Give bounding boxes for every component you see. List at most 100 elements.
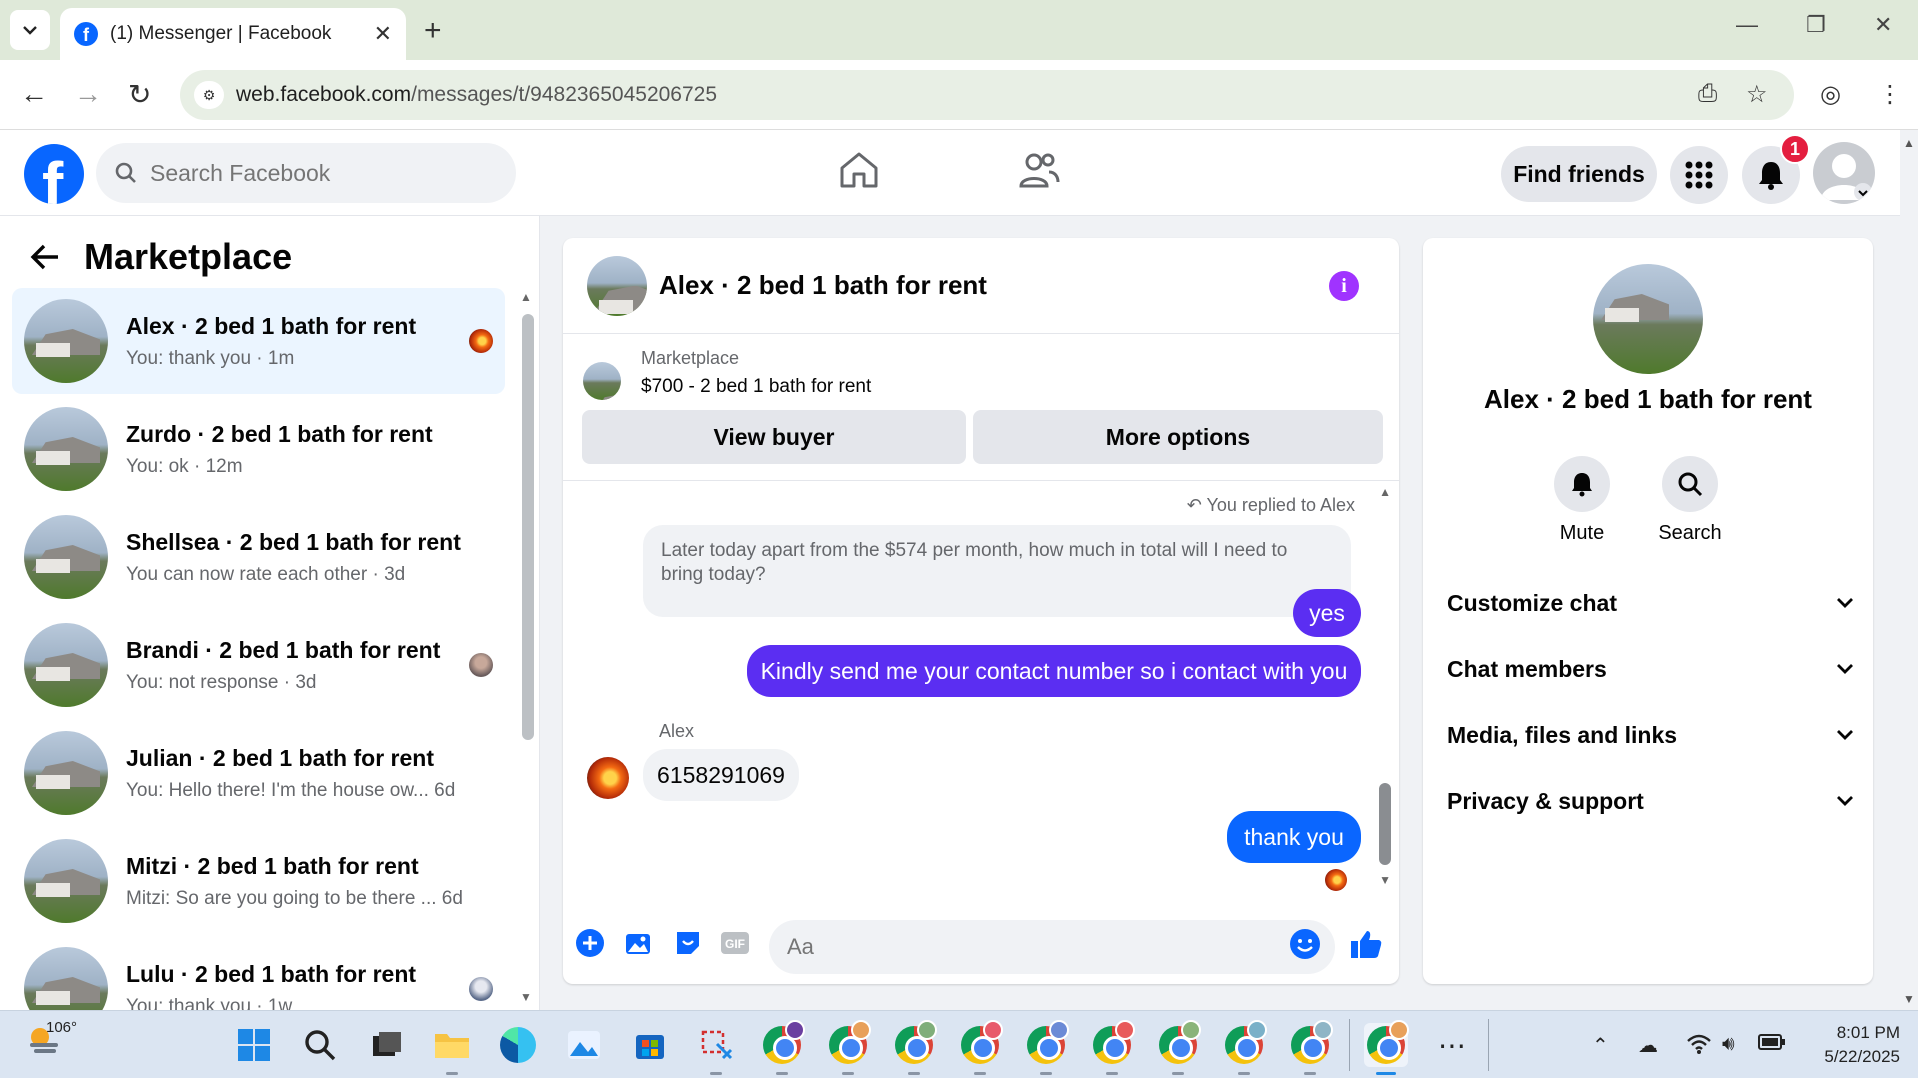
chat-title[interactable]: Alex · 2 bed 1 bath for rent <box>659 270 987 301</box>
message-scrollbar[interactable] <box>1379 783 1391 865</box>
friends-icon[interactable] <box>1018 150 1060 195</box>
bell-icon <box>1572 473 1592 497</box>
edge-browser-icon[interactable] <box>496 1023 540 1067</box>
search-in-conversation-button[interactable]: Search <box>1645 456 1735 545</box>
back-arrow-icon[interactable] <box>30 243 60 271</box>
gif-icon[interactable]: GIF <box>719 928 751 963</box>
sticker-icon[interactable] <box>673 928 703 963</box>
windows-start-icon[interactable] <box>232 1023 276 1067</box>
onedrive-cloud-icon[interactable]: ☁ <box>1638 1033 1658 1058</box>
chrome-profile-icon[interactable] <box>826 1020 871 1075</box>
profile-icon[interactable]: ◎ <box>1820 80 1841 109</box>
read-receipt-avatar <box>469 329 493 353</box>
page-scroll-down-icon[interactable]: ▼ <box>1903 992 1915 1006</box>
window-close-icon[interactable]: ✕ <box>1874 12 1892 38</box>
message-bubble-outgoing[interactable]: thank you <box>1227 811 1361 863</box>
privacy-support-row[interactable]: Privacy & support <box>1447 776 1855 826</box>
find-friends-button[interactable]: Find friends <box>1501 146 1657 202</box>
customize-chat-row[interactable]: Customize chat <box>1447 578 1855 628</box>
list-scroll-up-icon[interactable]: ▲ <box>520 290 532 304</box>
new-tab-button[interactable]: + <box>424 14 442 48</box>
taskbar-divider <box>1488 1019 1489 1071</box>
chat-scroll-up-icon[interactable]: ▲ <box>1379 485 1391 499</box>
conversation-item[interactable]: Brandi · 2 bed 1 bath for rent You: not r… <box>12 612 505 718</box>
tab-search-button[interactable] <box>10 10 50 50</box>
media-files-links-row[interactable]: Media, files and links <box>1447 710 1855 760</box>
address-bar[interactable]: ⚙ web.facebook.com/messages/t/9482365045… <box>180 70 1794 120</box>
message-bubble-outgoing[interactable]: yes <box>1293 589 1361 637</box>
message-input[interactable] <box>769 920 1335 974</box>
emoji-icon[interactable] <box>1289 928 1321 965</box>
sender-name: Alex <box>659 721 695 741</box>
chrome-profile-icon[interactable] <box>892 1020 937 1075</box>
conversation-item[interactable]: Alex · 2 bed 1 bath for rent You: thank y… <box>12 288 505 394</box>
message-bubble-incoming[interactable]: 6158291069 <box>643 749 799 801</box>
sender-avatar[interactable] <box>587 757 629 799</box>
message-bubble-outgoing[interactable]: Kindly send me your contact number so i … <box>747 645 1361 697</box>
facebook-logo-icon[interactable]: f <box>24 144 84 204</box>
browser-menu-icon[interactable]: ⋮ <box>1878 80 1902 109</box>
weather-widget[interactable]: 106° <box>26 1019 77 1062</box>
bookmark-star-icon[interactable]: ☆ <box>1746 80 1768 109</box>
chrome-profile-icon[interactable] <box>1222 1020 1267 1075</box>
conversation-list-scrollbar[interactable] <box>522 314 534 740</box>
chrome-profile-icon[interactable] <box>1364 1020 1409 1075</box>
list-scroll-down-icon[interactable]: ▼ <box>520 990 532 1004</box>
conversation-item[interactable]: Lulu · 2 bed 1 bath for rent You: thank y… <box>12 936 505 1010</box>
back-arrow-icon[interactable]: ← <box>20 78 48 110</box>
chrome-profile-icon[interactable] <box>760 1020 805 1075</box>
chat-scroll-down-icon[interactable]: ▼ <box>1379 873 1391 887</box>
install-app-icon[interactable]: ⎙ <box>1698 80 1717 108</box>
chat-members-row[interactable]: Chat members <box>1447 644 1855 694</box>
wifi-icon[interactable] <box>1686 1033 1712 1061</box>
menu-grid-icon[interactable] <box>1670 146 1728 204</box>
close-tab-icon[interactable]: ✕ <box>374 21 392 47</box>
battery-icon[interactable] <box>1758 1033 1786 1057</box>
file-explorer-icon[interactable] <box>430 1023 474 1075</box>
facebook-search-input[interactable] <box>150 159 480 187</box>
minimize-icon[interactable]: — <box>1736 12 1758 38</box>
quoted-message[interactable]: Later today apart from the $574 per mont… <box>643 525 1351 617</box>
search-icon <box>115 162 136 183</box>
account-avatar[interactable] <box>1813 142 1875 204</box>
mute-button[interactable]: Mute <box>1537 456 1627 545</box>
site-info-icon[interactable]: ⚙ <box>194 81 224 109</box>
view-buyer-button[interactable]: View buyer <box>582 410 966 464</box>
thumbs-up-icon[interactable] <box>1349 928 1383 965</box>
conversation-item[interactable]: Shellsea · 2 bed 1 bath for rent You can … <box>12 504 505 610</box>
more-apps-icon[interactable]: ⋯ <box>1430 1023 1474 1067</box>
more-options-button[interactable]: More options <box>973 410 1383 464</box>
reload-icon[interactable]: ↻ <box>128 78 151 111</box>
home-icon[interactable] <box>838 150 880 195</box>
clock-time: 8:01 PM <box>1836 1023 1900 1042</box>
system-clock[interactable]: 8:01 PM 5/22/2025 <box>1800 1021 1900 1069</box>
info-icon[interactable]: i <box>1329 271 1359 301</box>
conversation-item[interactable]: Zurdo · 2 bed 1 bath for rent You: ok · 1… <box>12 396 505 502</box>
chrome-profile-icon[interactable] <box>958 1020 1003 1075</box>
conversation-preview: You: ok · 12m <box>126 455 243 477</box>
chrome-profile-icon[interactable] <box>1024 1020 1069 1075</box>
conversation-item[interactable]: Julian · 2 bed 1 bath for rent You: Hello… <box>12 720 505 826</box>
add-plus-icon[interactable] <box>575 928 605 963</box>
conversation-item[interactable]: Mitzi · 2 bed 1 bath for rent Mitzi: So a… <box>12 828 505 934</box>
restore-icon[interactable]: ❐ <box>1806 12 1826 38</box>
show-hidden-icons-icon[interactable]: ⌃ <box>1592 1033 1609 1058</box>
photo-attach-icon[interactable] <box>623 928 653 963</box>
chrome-profile-icon[interactable] <box>1288 1020 1333 1075</box>
volume-icon[interactable]: 🔊︎ <box>1722 1033 1735 1056</box>
task-view-icon[interactable] <box>364 1023 408 1067</box>
chat-avatar[interactable] <box>587 255 647 316</box>
facebook-search[interactable] <box>96 143 516 203</box>
details-avatar[interactable] <box>1593 264 1703 374</box>
photos-app-icon[interactable] <box>562 1023 606 1067</box>
taskbar-search-icon[interactable] <box>298 1023 342 1067</box>
page-scroll-up-icon[interactable]: ▲ <box>1903 136 1915 150</box>
chrome-profile-icon[interactable] <box>1156 1020 1201 1075</box>
microsoft-store-icon[interactable] <box>628 1023 672 1067</box>
browser-tab-active[interactable]: f (1) Messenger | Facebook ✕ <box>60 8 406 60</box>
conversation-preview: You: not response · 3d <box>126 671 317 693</box>
chrome-profile-icon[interactable] <box>1090 1020 1135 1075</box>
chevron-down-icon <box>1837 796 1853 806</box>
snipping-tool-icon[interactable] <box>694 1023 738 1075</box>
forward-arrow-icon[interactable]: → <box>74 78 102 110</box>
